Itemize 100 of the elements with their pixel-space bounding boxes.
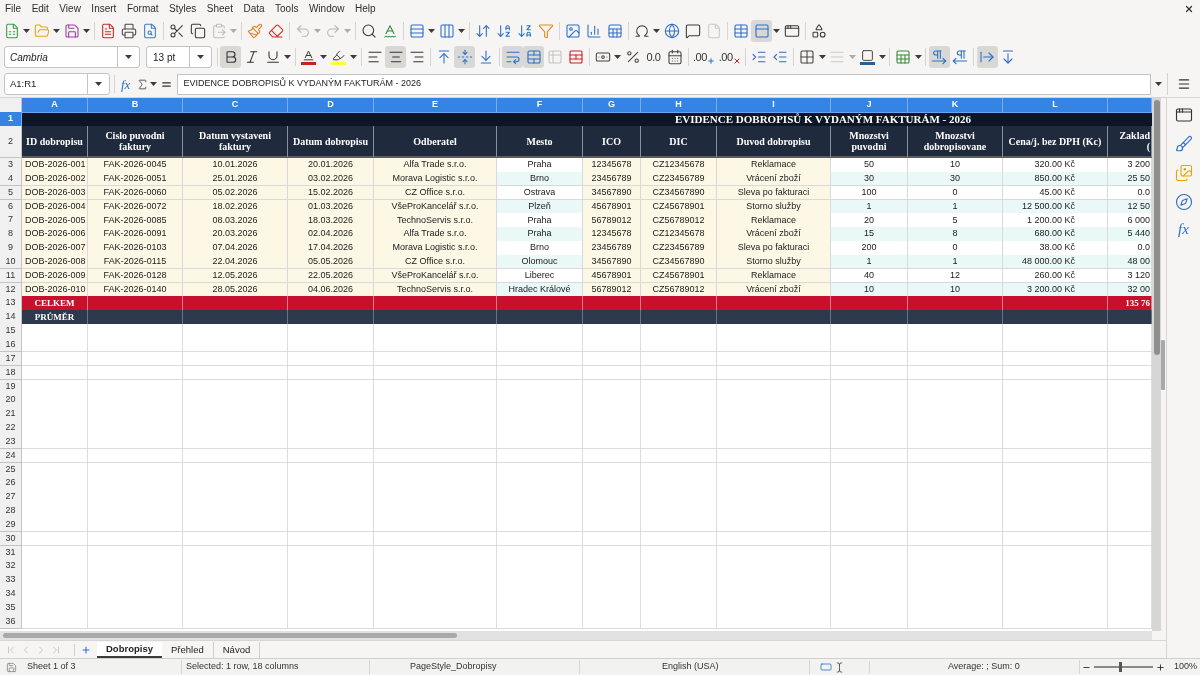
row-header[interactable]: 8 <box>0 227 22 242</box>
menu-item[interactable]: File <box>5 4 22 14</box>
wrap-text-button[interactable] <box>502 46 523 68</box>
row-header[interactable]: 2 <box>0 126 22 158</box>
menu-item[interactable]: Data <box>243 4 265 14</box>
formula-input-field[interactable]: EVIDENCE DOBROPISŮ K VYDANÝM FAKTURÁM - 2026 <box>177 73 1152 95</box>
functions-button[interactable]: fx <box>1178 222 1189 237</box>
dropdown-caret-icon[interactable] <box>125 55 132 59</box>
column-header[interactable]: K <box>908 98 1003 113</box>
arrow-right-button[interactable] <box>976 46 998 68</box>
number-format-button[interactable]: 0.0 <box>643 46 664 68</box>
select-all-corner[interactable] <box>0 98 22 113</box>
column-header[interactable]: A <box>22 98 88 113</box>
vertical-scrollbar[interactable] <box>1152 98 1161 631</box>
row-header[interactable]: 9 <box>0 241 22 256</box>
delete-decimal-button[interactable]: .00 <box>716 46 743 68</box>
dropdown-caret-icon[interactable] <box>350 55 357 59</box>
column-header[interactable]: F <box>497 98 583 113</box>
column-header[interactable]: I <box>717 98 831 113</box>
align-center-button[interactable] <box>385 46 406 68</box>
align-middle-button[interactable] <box>454 46 475 68</box>
sidebar-handle[interactable] <box>1161 340 1165 390</box>
close-icon[interactable] <box>1184 4 1194 14</box>
scrollbar-thumb[interactable] <box>3 633 457 638</box>
merge-cells-button[interactable] <box>523 46 544 68</box>
row-header[interactable]: 34 <box>0 587 22 602</box>
menu-item[interactable]: Insert <box>91 4 117 14</box>
column-header[interactable]: J <box>831 98 908 113</box>
column-header[interactable]: D <box>288 98 374 113</box>
dropdown-caret-icon[interactable] <box>150 82 158 86</box>
sheet-tab[interactable]: Návod <box>213 641 261 658</box>
scrollbar-thumb[interactable] <box>1153 100 1160 355</box>
row-header[interactable]: 28 <box>0 504 22 519</box>
row-header[interactable]: 32 <box>0 559 22 574</box>
row-header[interactable]: 7 <box>0 213 22 228</box>
dropdown-caret-icon[interactable] <box>95 82 102 86</box>
add-decimal-button[interactable]: .00 <box>691 46 717 68</box>
menu-item[interactable]: Tools <box>275 4 299 14</box>
row-header[interactable]: 1 <box>0 112 22 127</box>
row-header[interactable]: 13 <box>0 296 22 311</box>
images-icon[interactable] <box>1174 164 1193 182</box>
menu-item[interactable]: Window <box>308 4 345 14</box>
dropdown-caret-icon[interactable] <box>653 28 660 33</box>
sheet-tab[interactable]: Přehled <box>162 641 214 658</box>
row-header[interactable]: 26 <box>0 476 22 491</box>
dropdown-caret-icon[interactable] <box>83 28 90 33</box>
dropdown-caret-icon[interactable] <box>818 55 826 59</box>
dropdown-caret-icon[interactable] <box>614 55 621 59</box>
menu-item[interactable]: Format <box>126 4 159 14</box>
column-header[interactable]: E <box>374 98 497 113</box>
zoom-slider-thumb[interactable] <box>1118 662 1122 672</box>
column-heading: Odberatel <box>374 126 497 158</box>
font-size-field[interactable]: 13 pt <box>146 46 212 68</box>
menu-icon[interactable] <box>1177 77 1192 91</box>
save-icon[interactable] <box>5 661 17 673</box>
column-header[interactable]: B <box>88 98 183 113</box>
dropdown-caret-icon[interactable] <box>320 55 327 59</box>
dropdown-caret-icon[interactable] <box>197 55 204 59</box>
column-header[interactable]: L <box>1003 98 1108 113</box>
horizontal-scrollbar[interactable] <box>0 631 1152 640</box>
language[interactable]: English (USA) <box>662 661 719 672</box>
dropdown-caret-icon[interactable] <box>428 28 435 33</box>
compass-icon[interactable] <box>1174 193 1193 211</box>
name-box-field[interactable]: A1:R1 <box>4 73 110 95</box>
menu-item[interactable]: Styles <box>169 4 197 14</box>
row-header[interactable]: 22 <box>0 421 22 436</box>
column-header[interactable]: G <box>583 98 641 113</box>
menu-item[interactable]: Help <box>355 4 376 14</box>
dropdown-caret-icon[interactable] <box>53 28 60 33</box>
menu-item[interactable]: View <box>59 4 81 14</box>
row-header[interactable]: 27 <box>0 490 22 505</box>
function-wizard-button[interactable]: fx <box>119 77 133 91</box>
dropdown-caret-icon[interactable] <box>1154 82 1162 86</box>
row-header[interactable]: 20 <box>0 393 22 408</box>
zoom-in-icon[interactable] <box>1156 662 1165 672</box>
sheet-tab[interactable]: Dobropisy <box>97 641 162 658</box>
dropdown-caret-icon[interactable] <box>914 55 922 59</box>
menu-item[interactable]: Edit <box>31 4 49 14</box>
row-header[interactable]: 21 <box>0 407 22 422</box>
page-style[interactable]: PageStyle_Dobropisy <box>410 661 497 672</box>
plus-icon[interactable] <box>81 644 91 655</box>
bold-button[interactable] <box>220 46 241 68</box>
row-header[interactable]: 14 <box>0 310 22 325</box>
dropdown-caret-icon[interactable] <box>23 28 30 33</box>
dropdown-caret-icon[interactable] <box>773 28 780 33</box>
pilcrow-right-button[interactable] <box>928 46 950 68</box>
font-name-field[interactable]: Cambria <box>4 46 140 68</box>
row-header[interactable]: 15 <box>0 324 22 339</box>
row-header[interactable]: 35 <box>0 601 22 616</box>
row-header[interactable]: 3 <box>0 158 22 173</box>
text-cursor-icon[interactable] <box>834 661 845 673</box>
dropdown-caret-icon[interactable] <box>458 28 465 33</box>
brush-icon[interactable] <box>1174 135 1193 153</box>
row-header[interactable]: 33 <box>0 573 22 588</box>
menu-item[interactable]: Sheet <box>206 4 233 14</box>
window-icon[interactable] <box>1174 106 1193 124</box>
dropdown-caret-icon[interactable] <box>878 55 886 59</box>
column-header[interactable]: H <box>641 98 717 113</box>
column-header[interactable]: C <box>183 98 288 113</box>
dropdown-caret-icon[interactable] <box>284 55 291 59</box>
